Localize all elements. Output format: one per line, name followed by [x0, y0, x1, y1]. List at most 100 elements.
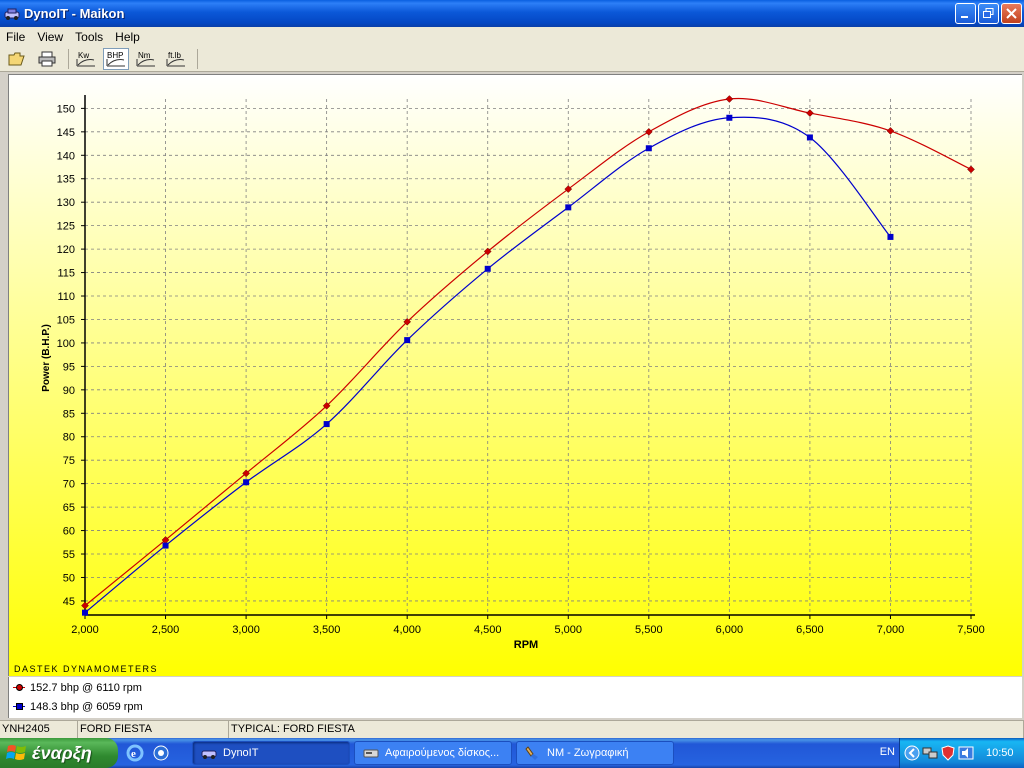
y-tick-label: 45	[63, 596, 75, 608]
task-dynoit[interactable]: DynoIT	[192, 741, 350, 765]
bhp-label: BHP	[107, 51, 123, 60]
nm-button[interactable]: Nm	[133, 48, 159, 70]
y-tick-label: 70	[63, 479, 75, 491]
open-icon	[8, 52, 25, 65]
y-tick-label: 120	[57, 244, 75, 256]
print-icon	[38, 51, 56, 66]
close-icon	[1006, 8, 1017, 19]
window-title: DynoIT - Maikon	[24, 6, 125, 21]
y-tick-label: 140	[57, 150, 75, 162]
data-point	[82, 609, 88, 616]
minimize-icon	[961, 16, 968, 18]
menu-bar: File View Tools Help	[0, 27, 1024, 46]
nm-label: Nm	[138, 51, 151, 60]
x-tick-label: 4,500	[474, 624, 502, 636]
volume-icon[interactable]	[958, 745, 974, 761]
system-tray: 10:50	[899, 738, 1024, 768]
internet-explorer-icon[interactable]: e	[126, 744, 144, 762]
task-removable-disk[interactable]: Αφαιρούμενος δίσκος...	[354, 741, 512, 765]
legend-marker-blue	[13, 702, 25, 711]
ftlb-label: ft.lb	[168, 51, 181, 60]
x-tick-label: 2,000	[71, 624, 99, 636]
legend-item-blue: 148.3 bhp @ 6059 rpm	[9, 698, 1022, 715]
x-tick-label: 5,500	[635, 624, 663, 636]
toolbar: Kw BHP Nm ft.lb	[0, 46, 1024, 72]
network-icon[interactable]	[922, 745, 938, 761]
data-point	[565, 204, 572, 211]
toolbar-separator	[197, 48, 198, 69]
tray-expand-icon[interactable]	[904, 745, 920, 761]
menu-tools[interactable]: Tools	[69, 30, 109, 44]
power-chart: 2,000 2,500 3,000 3,500 4,000 4,500 5,000 5,500…	[9, 75, 1022, 676]
nm-icon: Nm	[136, 51, 155, 66]
removable-disk-icon	[363, 749, 379, 758]
y-tick-label: 55	[63, 549, 75, 561]
x-tick-label: 7,000	[877, 624, 905, 636]
legend-panel: 152.7 bhp @ 6110 rpm 148.3 bhp @ 6059 rp…	[8, 677, 1022, 718]
x-tick-label: 5,000	[555, 624, 583, 636]
x-tick-label: 7,500	[957, 624, 985, 636]
task-paint[interactable]: NM - Ζωγραφική	[516, 741, 674, 765]
y-tick-label: 50	[63, 572, 75, 584]
y-tick-label: 60	[63, 526, 75, 538]
ftlb-icon: ft.lb	[166, 51, 185, 66]
legend-label-blue: 148.3 bhp @ 6059 rpm	[30, 700, 143, 713]
maximize-button[interactable]	[978, 3, 999, 24]
minimize-button[interactable]	[955, 3, 976, 24]
y-tick-label: 80	[63, 432, 75, 444]
y-tick-label: 150	[57, 103, 75, 115]
y-axis-label: Power (B.H.P.)	[41, 324, 52, 392]
task-dynoit-label: DynoIT	[223, 747, 259, 759]
data-point	[484, 265, 491, 272]
x-tick-label: 3,000	[232, 624, 260, 636]
restore-icon	[983, 8, 994, 18]
close-button[interactable]	[1001, 3, 1022, 24]
media-player-icon[interactable]	[152, 744, 170, 762]
y-tick-label: 65	[63, 502, 75, 514]
chart-background	[9, 75, 1022, 676]
status-bar: YNH2405 FORD FIESTA TYPICAL: FORD FIESTA	[0, 720, 1024, 738]
print-button[interactable]	[34, 48, 60, 70]
x-tick-label: 4,000	[393, 624, 421, 636]
x-tick-label: 2,500	[152, 624, 180, 636]
y-tick-label: 145	[57, 127, 75, 139]
data-point	[806, 134, 813, 141]
status-typical: TYPICAL: FORD FIESTA	[229, 721, 1024, 738]
svg-text:e: e	[131, 748, 136, 760]
taskbar: έναρξη e DynoIT Αφαιρούμενος δίσκος... N…	[0, 738, 1024, 768]
start-button[interactable]: έναρξη	[0, 738, 118, 768]
data-point	[243, 479, 250, 486]
data-point	[726, 114, 733, 121]
bhp-icon: BHP	[106, 51, 125, 66]
y-tick-label: 105	[57, 314, 75, 326]
y-tick-label: 90	[63, 385, 75, 397]
dynoit-task-icon	[201, 750, 217, 759]
ftlb-button[interactable]: ft.lb	[163, 48, 189, 70]
data-point	[162, 542, 169, 549]
language-indicator[interactable]: EN	[880, 746, 895, 758]
menu-help[interactable]: Help	[109, 30, 146, 44]
x-tick-label: 6,500	[796, 624, 824, 636]
status-reg: YNH2405	[0, 721, 78, 738]
kw-label: Kw	[78, 51, 89, 60]
status-model: FORD FIESTA	[78, 721, 229, 738]
dastek-footer: DASTEK DYNAMOMETERS	[14, 664, 159, 674]
data-point	[323, 421, 330, 428]
kw-button[interactable]: Kw	[73, 48, 99, 70]
menu-view[interactable]: View	[31, 30, 69, 44]
legend-marker-red	[13, 683, 25, 692]
y-tick-label: 125	[57, 221, 75, 233]
task-paint-label: NM - Ζωγραφική	[547, 747, 629, 759]
security-shield-icon[interactable]	[940, 745, 956, 761]
open-button[interactable]	[4, 48, 30, 70]
bhp-button[interactable]: BHP	[103, 47, 129, 70]
clock: 10:50	[986, 747, 1014, 759]
chart-panel: 2,000 2,500 3,000 3,500 4,000 4,500 5,000 5,500…	[8, 74, 1022, 676]
menu-file[interactable]: File	[0, 30, 31, 44]
data-point	[645, 145, 652, 152]
app-icon	[4, 8, 20, 20]
task-removable-disk-label: Αφαιρούμενος δίσκος...	[385, 747, 500, 759]
legend-item-red: 152.7 bhp @ 6110 rpm	[9, 679, 1022, 696]
windows-logo-icon	[6, 745, 26, 760]
title-bar: DynoIT - Maikon	[0, 0, 1024, 27]
